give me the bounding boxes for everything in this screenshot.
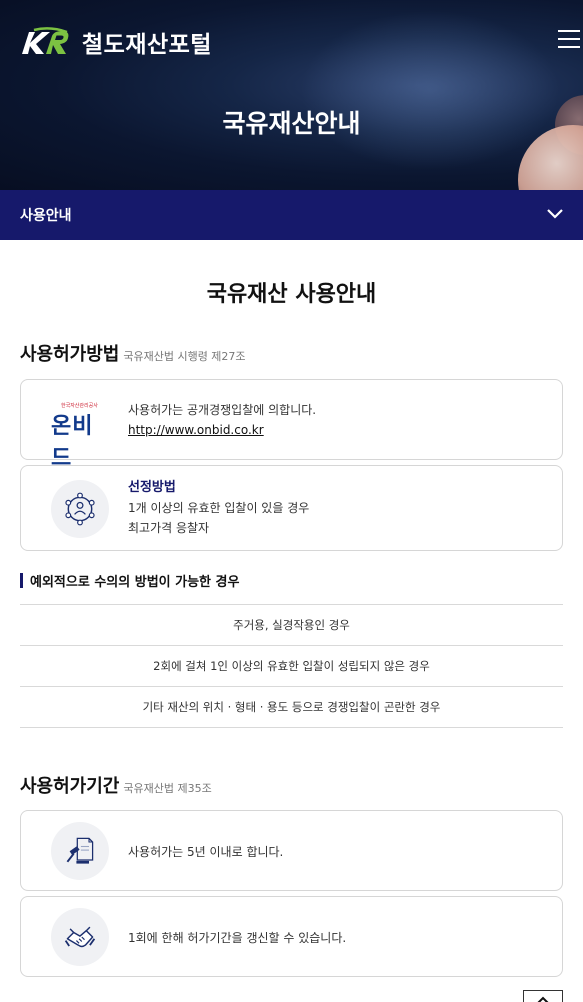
exceptions-heading: 예외적으로 수의의 방법이 가능한 경우 [20, 571, 239, 590]
list-item: 2회에 걸쳐 1인 이상의 유효한 입찰이 성립되지 않은 경우 [20, 646, 563, 687]
section-subtitle: 국유재산법 제35조 [123, 782, 212, 795]
network-people-icon [51, 480, 109, 538]
card-text: 1회에 한해 허가기간을 갱신할 수 있습니다. [128, 928, 346, 948]
card-text: 사용허가는 5년 이내로 합니다. [128, 842, 283, 862]
card-line: 1개 이상의 유효한 입찰이 있을 경우 [128, 501, 310, 515]
info-card-selection: 선정방법 1개 이상의 유효한 입찰이 있을 경우 최고가격 응찰자 [20, 465, 563, 551]
hamburger-menu-icon[interactable] [558, 30, 580, 50]
onbid-logo: 한국자산관리공사 온비드 [51, 402, 111, 471]
section-title: 사용허가방법 [20, 344, 120, 365]
card-line: 최고가격 응찰자 [128, 521, 210, 535]
hero-header: 철도재산포털 국유재산안내 [0, 0, 583, 190]
section-heading: 사용허가기간 국유재산법 제35조 [20, 772, 212, 798]
card-text: 선정방법 1개 이상의 유효한 입찰이 있을 경우 최고가격 응찰자 [128, 478, 309, 538]
onbid-logo-text: 온비드 [51, 414, 94, 471]
list-item: 기타 재산의 위치 · 형태 · 용도 등으로 경쟁입찰이 곤란한 경우 [20, 687, 563, 728]
info-card-renewal: 1회에 한해 허가기간을 갱신할 수 있습니다. [20, 896, 563, 977]
gavel-document-icon [51, 822, 109, 880]
scroll-top-button[interactable] [523, 990, 563, 1002]
subnav-label: 사용안내 [20, 208, 72, 224]
onbid-link[interactable]: http://www.onbid.co.kr [128, 423, 264, 437]
exceptions-title: 예외적으로 수의의 방법이 가능한 경우 [30, 575, 240, 590]
logo-text: 철도재산포털 [82, 32, 212, 58]
hero-title: 국유재산안내 [222, 109, 361, 138]
section-title: 사용허가기간 [20, 776, 120, 797]
card-line: 1회에 한해 허가기간을 갱신할 수 있습니다. [128, 931, 347, 945]
hero-glow [300, 10, 560, 170]
kr-logo-icon [22, 27, 69, 54]
info-card-bidding: 한국자산관리공사 온비드 사용허가는 공개경쟁입찰에 의합니다. http://… [20, 379, 563, 471]
list-item: 주거용, 실경작용인 경우 [20, 605, 563, 646]
section-heading: 사용허가방법 국유재산법 시행령 제27조 [20, 340, 246, 366]
info-card-period: 사용허가는 5년 이내로 합니다. [20, 810, 563, 891]
page-title: 국유재산 사용안내 [206, 282, 377, 307]
card-text: 사용허가는 공개경쟁입찰에 의합니다. http://www.onbid.co.… [128, 400, 316, 440]
chevron-up-icon [537, 996, 549, 1002]
heading-bar [20, 573, 23, 588]
card-title: 선정방법 [128, 480, 176, 495]
subnav-dropdown[interactable]: 사용안내 [0, 190, 583, 240]
handshake-icon [51, 908, 109, 966]
site-logo[interactable]: 철도재산포털 [20, 25, 212, 59]
card-line: 사용허가는 5년 이내로 합니다. [128, 845, 284, 859]
chevron-down-icon [547, 209, 563, 219]
exceptions-list: 주거용, 실경작용인 경우 2회에 걸쳐 1인 이상의 유효한 입찰이 성립되지… [20, 604, 563, 728]
section-subtitle: 국유재산법 시행령 제27조 [123, 350, 246, 363]
card-line: 사용허가는 공개경쟁입찰에 의합니다. [128, 403, 317, 417]
